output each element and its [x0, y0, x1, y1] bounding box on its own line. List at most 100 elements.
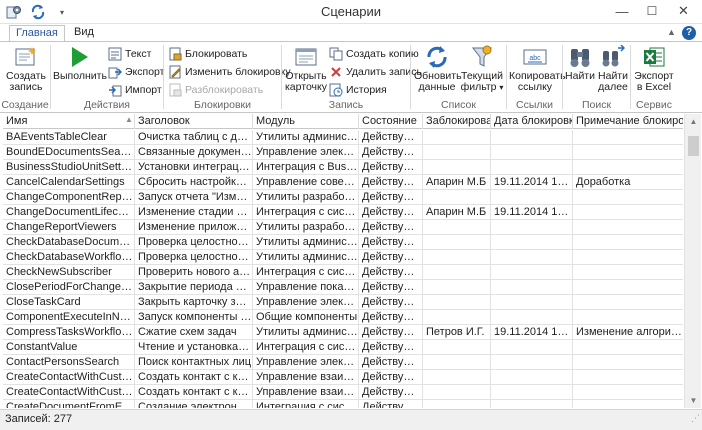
table-row[interactable]: ChangeReportViewersИзменение приложения … [3, 220, 683, 235]
cell-state: Действующий [359, 370, 423, 385]
run-button[interactable]: Выполнить [53, 45, 107, 82]
records-grid[interactable]: Имя ▲ Заголовок Модуль Состояние Заблоки… [3, 114, 683, 408]
ribbon-tabs: Главная Вид ▲ ? [0, 24, 702, 42]
column-header-module[interactable]: Модуль [253, 114, 359, 129]
find-button[interactable]: Найти [565, 45, 595, 82]
group-locks: Блокировать Изменить блокировку Разблоки… [164, 42, 291, 113]
cell-lock-date [491, 280, 573, 295]
table-row[interactable]: ChangeComponentReportStartЗапуск отчета … [3, 190, 683, 205]
table-row[interactable]: CheckDatabaseDocumentsAn...Проверка цело… [3, 235, 683, 250]
create-copy-button[interactable]: Создать копию [329, 46, 419, 62]
cell-module: Интеграция с система... [253, 340, 359, 355]
cell-lock-note [573, 295, 683, 310]
ribbon-collapse-icon[interactable]: ▲ [667, 27, 676, 37]
resize-grip-icon[interactable]: ⋰ [691, 409, 700, 428]
cell-lock-date [491, 370, 573, 385]
create-record-icon [13, 45, 39, 69]
cell-state: Действующий [359, 265, 423, 280]
history-button[interactable]: История [329, 82, 387, 98]
cell-locked-by [423, 190, 491, 205]
scroll-down-icon[interactable]: ▼ [685, 393, 702, 408]
text-label: Текст [125, 48, 152, 60]
cell-module: Управление взаимоде... [253, 385, 359, 400]
filter-icon [469, 45, 495, 69]
cell-lock-date [491, 160, 573, 175]
column-header-title[interactable]: Заголовок [135, 114, 253, 129]
refresh-data-button[interactable]: Обновить данные [414, 45, 462, 93]
text-button[interactable]: Текст [108, 46, 151, 62]
table-row[interactable]: CompressTasksWorkflowDesc...Сжатие схем … [3, 325, 683, 340]
table-row[interactable]: BAEventsTableClearОчистка таблиц с данны… [3, 130, 683, 145]
cell-module: Интеграция с система... [253, 400, 359, 408]
cell-name: BAEventsTableClear [3, 130, 135, 145]
filter-dropdown-icon[interactable]: ▾ [499, 83, 503, 92]
group-search: Найти Найти далее Поиск [563, 42, 630, 113]
cell-module: Управление взаимоде... [253, 370, 359, 385]
delete-record-button[interactable]: Удалить запись [329, 64, 422, 80]
cell-locked-by [423, 385, 491, 400]
vertical-scrollbar[interactable]: ▲ ▼ [684, 114, 701, 408]
table-row[interactable]: ClosePeriodForChangeIndicat...Закрытие п… [3, 280, 683, 295]
group-record-label: Запись [328, 99, 364, 111]
cell-name: ConstantValue [3, 340, 135, 355]
cell-locked-by [423, 400, 491, 408]
copy-link-button[interactable]: abc Копировать ссылку [509, 45, 566, 93]
cell-state: Действующий [359, 175, 423, 190]
close-button[interactable]: ✕ [667, 0, 700, 22]
group-create: Создать запись Создание [0, 42, 50, 113]
table-row[interactable]: ContactPersonsSearch Поиск контактных лиц… [3, 355, 683, 370]
cell-state: Действующий [359, 295, 423, 310]
export-excel-button[interactable]: Экспорт в Excel [634, 45, 674, 93]
table-row[interactable]: CloseTaskCardЗакрыть карточку задачи ...… [3, 295, 683, 310]
cell-name: CreateContactWithCustomerR... [3, 385, 135, 400]
current-filter-label: Текущий фильтр [460, 70, 503, 93]
cell-title: Установки интеграции DI... [135, 160, 253, 175]
column-header-lock-note[interactable]: Примечание блокировки [573, 114, 683, 129]
change-lock-button[interactable]: Изменить блокировку [168, 64, 291, 80]
cell-module: Общие компоненты [253, 310, 359, 325]
delete-icon [329, 65, 343, 79]
scroll-thumb[interactable] [688, 136, 699, 156]
tab-home[interactable]: Главная [9, 25, 65, 42]
table-row[interactable]: CheckDatabaseWorkflowInteg...Проверка це… [3, 250, 683, 265]
table-row[interactable]: ChangeDocumentLifecycleSta...Изменение с… [3, 205, 683, 220]
cell-state: Действующий [359, 130, 423, 145]
export-button[interactable]: Экспорт [108, 64, 164, 80]
table-row[interactable]: CheckNewSubscriberПроверить нового абоне… [3, 265, 683, 280]
unlock-button[interactable]: Разблокировать [168, 82, 263, 98]
cell-lock-note [573, 400, 683, 408]
column-header-state[interactable]: Состояние [359, 114, 423, 129]
cell-locked-by [423, 265, 491, 280]
change-lock-label: Изменить блокировку [185, 66, 291, 78]
table-row[interactable]: BusinessStudioUnitSettings Установки инте… [3, 160, 683, 175]
table-row[interactable]: CancelCalendarSettings Сбросить настройки… [3, 175, 683, 190]
cell-locked-by [423, 235, 491, 250]
column-header-name[interactable]: Имя [3, 114, 135, 129]
group-create-label: Создание [1, 99, 49, 111]
lock-button[interactable]: Блокировать [168, 46, 247, 62]
table-row[interactable]: CreateContactWithCustomerF...Создать кон… [3, 370, 683, 385]
cell-name: CheckDatabaseDocumentsAn... [3, 235, 135, 250]
maximize-button[interactable]: ☐ [637, 0, 667, 22]
window-title: Сценарии [320, 4, 382, 19]
current-filter-button[interactable]: Текущий фильтр ▾ [460, 45, 504, 93]
table-row[interactable]: CreateDocumentFromESD Создание электронно… [3, 400, 683, 408]
cell-title: Закрытие периода измен... [135, 280, 253, 295]
table-row[interactable]: BoundEDocumentsSearch Связанные документы… [3, 145, 683, 160]
table-row[interactable]: CreateContactWithCustomerR...Создать кон… [3, 385, 683, 400]
import-button[interactable]: Импорт [108, 82, 162, 98]
cell-lock-date: 19.11.2014 10:13:00 [491, 325, 573, 340]
help-button[interactable]: ? [682, 26, 696, 40]
column-header-locked-by[interactable]: Заблокировал [423, 114, 491, 129]
tab-view[interactable]: Вид [68, 25, 100, 42]
open-card-button[interactable]: Открыть карточку [284, 45, 328, 93]
refresh-data-label: Обновить данные [414, 70, 462, 93]
scroll-up-icon[interactable]: ▲ [685, 114, 702, 129]
table-row[interactable]: ComponentExecuteInNewPro...Запуск компон… [3, 310, 683, 325]
table-row[interactable]: ConstantValueЧтение и установка значе...… [3, 340, 683, 355]
create-record-button[interactable]: Создать запись [6, 45, 46, 93]
column-header-lock-date[interactable]: Дата блокировки [491, 114, 573, 129]
find-next-button[interactable]: Найти далее [597, 45, 629, 93]
minimize-button[interactable]: — [607, 0, 637, 22]
cell-module: Утилиты администрат... [253, 235, 359, 250]
